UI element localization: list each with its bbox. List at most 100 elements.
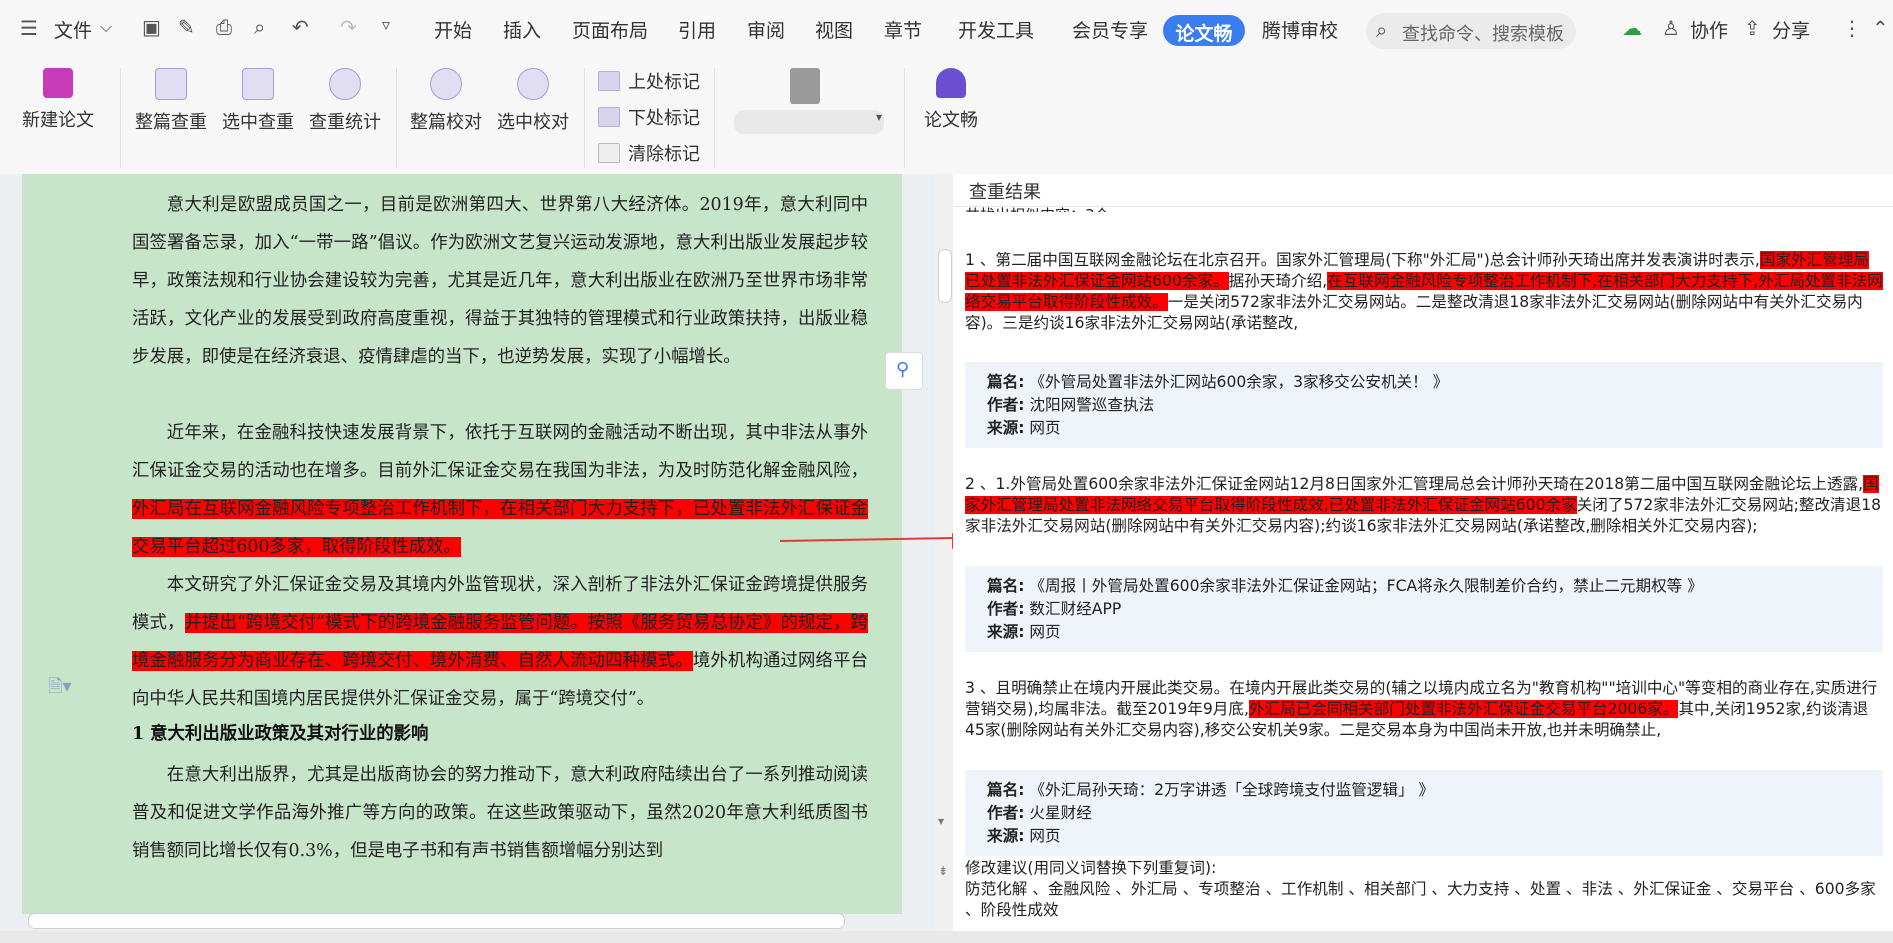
selected-check-label: 选中查重 xyxy=(222,112,294,133)
clear-marks-label: 清除标记 xyxy=(628,144,700,165)
mark-down-button[interactable]: 下处标记 xyxy=(598,104,700,130)
save-icon[interactable]: ▣ xyxy=(142,15,161,39)
graduation-cap-icon xyxy=(936,68,966,98)
print-icon[interactable]: ⎙ xyxy=(216,15,232,39)
duplicate-highlight-1: 外汇局在互联网金融风险专项整治工作机制下，在相关部门大力支持下，已处置非法外汇保… xyxy=(132,499,868,557)
document-outline-icon[interactable]: 🗎▾ xyxy=(48,674,72,704)
source-box-2[interactable]: 篇名: 《周报丨外管局处置600余家非法外汇保证金网站；FCA将永久限制差价合约… xyxy=(965,566,1883,652)
scroll-down-icon[interactable]: ▾ xyxy=(938,814,944,828)
tab-page-layout[interactable]: 页面布局 xyxy=(572,16,648,43)
ribbon-separator xyxy=(714,68,715,168)
source-2-source-label: 来源: xyxy=(987,623,1025,641)
status-bar xyxy=(0,931,1893,943)
mark-up-icon xyxy=(598,71,620,91)
source-1-title-label: 篇名: xyxy=(987,373,1025,391)
search-input[interactable]: ⌕ 查找命令、搜索模板 xyxy=(1366,13,1576,49)
suggestion-label: 修改建议(用同义词替换下列重复词): xyxy=(965,859,1217,877)
source-1-author-label: 作者: xyxy=(987,396,1025,414)
new-paper-button[interactable]: 新建论文 xyxy=(18,68,98,132)
hamburger-icon[interactable]: ☰ xyxy=(20,16,38,40)
print-preview-icon[interactable]: ⌕ xyxy=(254,15,265,39)
source-2-author-label: 作者: xyxy=(987,600,1025,618)
source-box-1[interactable]: 篇名: 《外管局处置非法外汇网站600余家，3家移交公安机关！ 》 作者: 沈阳… xyxy=(965,362,1883,448)
paragraph-2: 近年来，在金融科技快速发展背景下，依托于互联网的金融活动不断出现，其中非法从事外… xyxy=(132,414,868,566)
source-1-author: 沈阳网警巡查执法 xyxy=(1029,396,1155,414)
results-title: 查重结果 xyxy=(969,182,1041,203)
account-chevron-icon[interactable]: ▾ xyxy=(876,110,882,124)
tab-references[interactable]: 引用 xyxy=(678,16,716,43)
search-placeholder: 查找命令、搜索模板 xyxy=(1402,24,1564,45)
source-1-source: 网页 xyxy=(1029,419,1061,437)
source-2-source: 网页 xyxy=(1029,623,1061,641)
mark-up-button[interactable]: 上处标记 xyxy=(598,68,700,94)
tab-start[interactable]: 开始 xyxy=(434,16,472,43)
tab-developer[interactable]: 开发工具 xyxy=(958,16,1034,43)
tab-chapter[interactable]: 章节 xyxy=(884,16,922,43)
page-down-icon[interactable]: ⇟ xyxy=(938,864,948,878)
full-proof-icon xyxy=(430,68,462,100)
check-stats-label: 查重统计 xyxy=(309,112,381,133)
full-proof-button[interactable]: 整篇校对 xyxy=(409,68,483,134)
document-pane: 意大利是欧盟成员国之一，目前是欧洲第四大、世界第八大经济体。2019年，意大利同… xyxy=(0,174,935,931)
paragraph-4: 在意大利出版界，尤其是出版商协会的努力推动下，意大利政府陆续出台了一系列推动阅读… xyxy=(132,765,868,861)
source-3-source: 网页 xyxy=(1029,827,1061,845)
source-3-author: 火星财经 xyxy=(1029,804,1092,822)
paragraph-2-text: 近年来，在金融科技快速发展背景下，依托于互联网的金融活动不断出现，其中非法从事外… xyxy=(132,423,868,481)
section-heading: 1 意大利出版业政策及其对行业的影响 xyxy=(132,724,429,744)
search-icon: ⌕ xyxy=(1376,18,1388,42)
share-button[interactable]: 分享 xyxy=(1772,16,1810,43)
tab-tengbo[interactable]: 腾博审校 xyxy=(1262,16,1338,43)
chevron-down-icon[interactable]: ⌵ xyxy=(100,17,112,37)
more-options-icon[interactable]: ⋮ xyxy=(1842,16,1862,40)
check-stats-button[interactable]: 查重统计 xyxy=(308,68,382,134)
source-3-source-label: 来源: xyxy=(987,827,1025,845)
redo-icon[interactable]: ↷ xyxy=(340,15,357,39)
new-paper-label: 新建论文 xyxy=(22,110,94,131)
clear-marks-icon xyxy=(598,143,620,163)
result-item-1[interactable]: 1 、第二届中国互联网金融论坛在北京召开。国家外汇管理局(下称"外汇局")总会计… xyxy=(965,250,1883,334)
full-check-button[interactable]: 整篇查重 xyxy=(134,68,208,134)
horizontal-scrollbar[interactable] xyxy=(28,913,845,929)
suggestion-words: 防范化解 、金融风险 、外汇局 、专项整治 、工作机制 、相关部门 、大力支持 … xyxy=(965,880,1876,919)
source-box-3[interactable]: 篇名: 《外汇局孙天琦：2万字讲透「全球跨境支付监管逻辑」 》 作者: 火星财经… xyxy=(965,770,1883,856)
undo-icon[interactable]: ↶ xyxy=(292,15,309,39)
selected-proof-label: 选中校对 xyxy=(497,112,569,133)
tab-lunwenchang[interactable]: 论文畅 xyxy=(1163,15,1245,46)
vertical-scroll-thumb[interactable] xyxy=(938,249,952,303)
full-proof-label: 整篇校对 xyxy=(410,112,482,133)
share-icon[interactable]: ⇪ xyxy=(1744,16,1761,40)
vertical-scrollbar[interactable]: ▾ ⇟ xyxy=(935,174,953,931)
source-3-title-label: 篇名: xyxy=(987,781,1025,799)
selected-check-button[interactable]: 选中查重 xyxy=(221,68,295,134)
selected-proof-icon xyxy=(517,68,549,100)
source-2-title-label: 篇名: xyxy=(987,577,1025,595)
tab-member[interactable]: 会员专享 xyxy=(1072,16,1148,43)
result-2-text: 2 、1.外管局处置600余家非法外汇保证金网站12月8日国家外汇管理局总会计师… xyxy=(965,475,1864,493)
tab-review[interactable]: 审阅 xyxy=(747,16,785,43)
ribbon-separator xyxy=(584,68,585,168)
locate-button[interactable]: ⚲ xyxy=(885,352,923,390)
ribbon: 新建论文 整篇查重 选中查重 查重统计 整篇校对 选中校对 上处标记 下处标记 … xyxy=(0,60,1893,175)
more-dropdown-icon[interactable]: ▿ xyxy=(382,15,390,34)
tab-view[interactable]: 视图 xyxy=(815,16,853,43)
format-painter-icon[interactable]: ✎ xyxy=(178,15,195,39)
result-item-2[interactable]: 2 、1.外管局处置600余家非法外汇保证金网站12月8日国家外汇管理局总会计师… xyxy=(965,474,1883,537)
source-3-title: 《外汇局孙天琦：2万字讲透「全球跨境支付监管逻辑」 》 xyxy=(1029,781,1435,799)
clear-marks-button[interactable]: 清除标记 xyxy=(598,140,700,166)
user-avatar[interactable] xyxy=(790,68,820,104)
file-menu[interactable]: 文件 xyxy=(54,16,92,43)
tab-insert[interactable]: 插入 xyxy=(503,16,541,43)
source-1-title: 《外管局处置非法外汇网站600余家，3家移交公安机关！ 》 xyxy=(1029,373,1449,391)
cloud-sync-icon[interactable]: ☁ xyxy=(1622,16,1642,40)
full-check-icon xyxy=(155,68,187,100)
user-account-dropdown[interactable] xyxy=(734,110,884,134)
lunwenchang-button[interactable]: 论文畅 xyxy=(916,68,986,132)
selected-proof-button[interactable]: 选中校对 xyxy=(496,68,570,134)
document-page: 意大利是欧盟成员国之一，目前是欧洲第四大、世界第八大经济体。2019年，意大利同… xyxy=(22,174,902,914)
paragraph-1: 意大利是欧盟成员国之一，目前是欧洲第四大、世界第八大经济体。2019年，意大利同… xyxy=(132,195,868,367)
collapse-ribbon-icon[interactable]: ⌃ xyxy=(1872,16,1889,40)
result-item-3[interactable]: 3 、且明确禁止在境内开展此类交易。在境内开展此类交易的(辅之以境内成立名为"教… xyxy=(965,678,1883,741)
collab-button[interactable]: 协作 xyxy=(1690,16,1728,43)
collab-icon[interactable]: ♙ xyxy=(1662,16,1680,40)
paragraph-3: 本文研究了外汇保证金交易及其境内外监管现状，深入剖析了非法外汇保证金跨境提供服务… xyxy=(132,566,868,718)
